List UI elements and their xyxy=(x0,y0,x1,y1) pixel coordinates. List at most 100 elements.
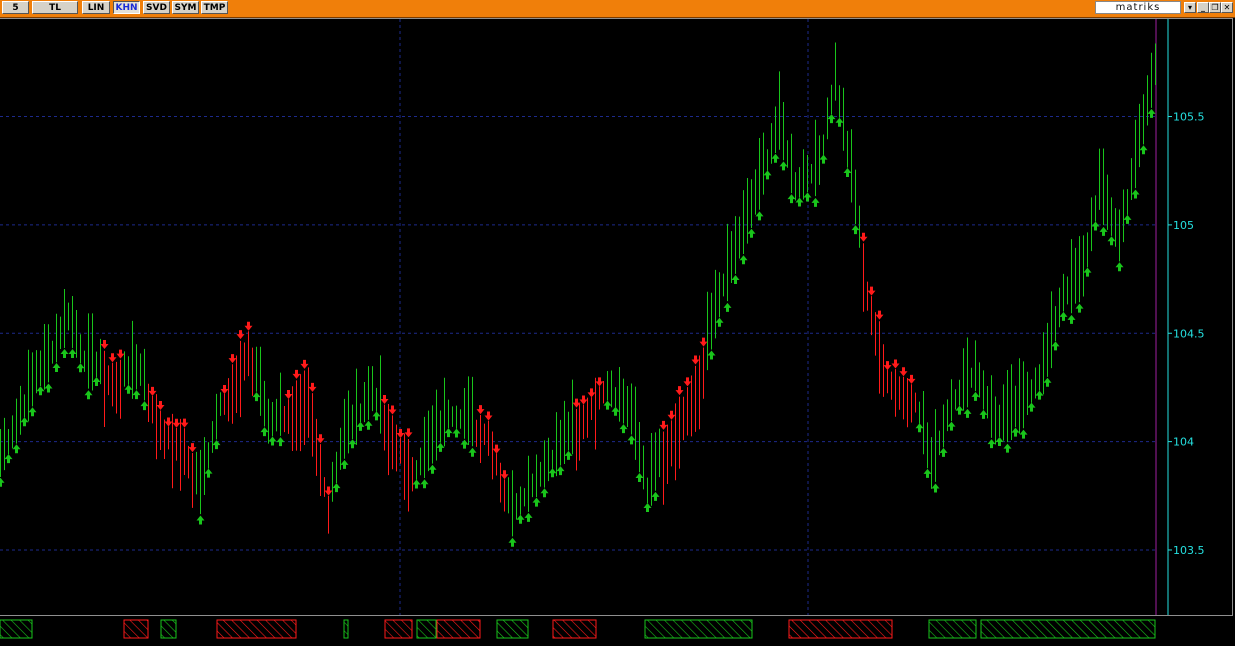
sell-arrow xyxy=(388,405,397,415)
buy-arrow xyxy=(1051,341,1060,351)
close-icon[interactable]: ✕ xyxy=(1221,2,1233,13)
buy-arrow xyxy=(1123,214,1132,224)
buy-arrow xyxy=(1035,390,1044,400)
toolbar-button-period[interactable]: 5 xyxy=(2,1,29,14)
buy-arrow xyxy=(1019,429,1028,439)
sell-arrow xyxy=(244,321,253,331)
price-chart[interactable]: 103.5 104 104.5 105 105.5 xyxy=(0,19,1235,619)
sell-arrow xyxy=(324,486,333,496)
buy-arrow xyxy=(196,515,205,525)
sell-arrow xyxy=(476,405,485,415)
restore-icon[interactable]: ❐ xyxy=(1209,2,1221,13)
buy-arrow xyxy=(971,391,980,401)
buy-arrow xyxy=(651,491,660,501)
buy-arrow xyxy=(955,405,964,415)
buy-arrow xyxy=(923,468,932,478)
sell-arrow xyxy=(667,410,676,420)
toolbar-button-tl[interactable]: TL xyxy=(32,1,78,14)
toolbar-button-tmp[interactable]: TMP xyxy=(201,1,228,14)
buy-arrow xyxy=(1059,311,1068,321)
sell-arrow xyxy=(675,386,684,396)
sell-arrow xyxy=(116,349,125,359)
buy-arrow xyxy=(843,167,852,177)
buy-arrow xyxy=(1139,145,1148,155)
sell-arrow xyxy=(380,395,389,405)
buy-arrow xyxy=(1131,189,1140,199)
buy-arrow xyxy=(619,424,628,434)
y-tick-label-3: 105 xyxy=(1173,219,1194,232)
buy-arrow xyxy=(460,439,469,449)
buy-arrow xyxy=(420,479,429,489)
buy-arrow xyxy=(627,435,636,445)
signal-band-12 xyxy=(928,619,977,639)
sell-arrow xyxy=(699,337,708,347)
sell-arrow xyxy=(899,367,908,377)
sell-arrow xyxy=(579,395,588,405)
chart-toolbar: 5 TL LIN KHN SVD SYM TMP matriks ▾ _ ❐ ✕ xyxy=(0,0,1235,18)
buy-arrow xyxy=(28,407,37,417)
buy-arrow xyxy=(851,225,860,235)
sell-arrow xyxy=(867,286,876,296)
buy-arrow xyxy=(132,390,141,400)
sell-arrow xyxy=(220,385,229,395)
buy-arrow xyxy=(811,197,820,207)
sell-arrow xyxy=(108,353,117,363)
signal-band-11 xyxy=(788,619,893,639)
chart-grid xyxy=(0,19,1169,615)
buy-arrow xyxy=(52,363,61,373)
buy-arrow xyxy=(603,400,612,410)
buy-arrow xyxy=(643,502,652,512)
sell-arrow xyxy=(907,374,916,384)
buy-arrow xyxy=(1067,314,1076,324)
dropdown-icon[interactable]: ▾ xyxy=(1184,2,1196,13)
sell-arrow xyxy=(228,354,237,364)
buy-arrow xyxy=(1115,262,1124,272)
buy-arrow xyxy=(1003,443,1012,453)
buy-arrow xyxy=(779,161,788,171)
buy-arrow xyxy=(987,439,996,449)
signal-band-9 xyxy=(552,619,597,639)
y-tick-label-4: 105.5 xyxy=(1173,111,1205,124)
buy-arrow xyxy=(611,406,620,416)
sell-arrow xyxy=(148,386,157,396)
buy-arrow xyxy=(268,436,277,446)
buy-arrow xyxy=(963,408,972,418)
buy-arrow xyxy=(12,444,21,454)
buy-arrow xyxy=(436,442,445,452)
buy-arrow xyxy=(356,421,365,431)
buy-arrow xyxy=(635,473,644,483)
buy-arrow xyxy=(747,228,756,238)
sell-arrow xyxy=(683,377,692,387)
buy-arrow xyxy=(835,117,844,127)
sell-arrow xyxy=(500,470,509,480)
buy-arrow xyxy=(76,363,85,373)
toolbar-button-sym[interactable]: SYM xyxy=(172,1,199,14)
sell-arrow xyxy=(164,417,173,427)
buy-arrow xyxy=(803,192,812,202)
brand-logo: matriks xyxy=(1095,1,1181,14)
sell-arrow xyxy=(172,418,181,428)
buy-arrow xyxy=(1083,267,1092,277)
buy-arrow xyxy=(524,512,533,522)
sell-arrow xyxy=(859,232,868,242)
buy-arrow xyxy=(348,439,357,449)
buy-arrow xyxy=(947,421,956,431)
buy-arrow xyxy=(84,390,93,400)
buy-arrow xyxy=(124,384,133,394)
sell-arrow xyxy=(484,411,493,421)
buy-arrow xyxy=(444,428,453,438)
sell-arrow xyxy=(659,420,668,430)
buy-arrow xyxy=(739,255,748,265)
toolbar-button-lin[interactable]: LIN xyxy=(82,1,110,14)
signal-band-0 xyxy=(0,619,33,639)
buy-arrow xyxy=(556,466,565,476)
minimize-icon[interactable]: _ xyxy=(1197,2,1209,13)
toolbar-button-khn[interactable]: KHN xyxy=(113,1,140,14)
signal-band-7 xyxy=(436,619,481,639)
buy-arrow xyxy=(939,447,948,457)
toolbar-button-svd[interactable]: SVD xyxy=(143,1,170,14)
buy-arrow xyxy=(412,479,421,489)
buy-arrow xyxy=(452,428,461,438)
price-axis: 103.5 104 104.5 105 105.5 xyxy=(1168,111,1205,557)
buy-arrow xyxy=(372,411,381,421)
